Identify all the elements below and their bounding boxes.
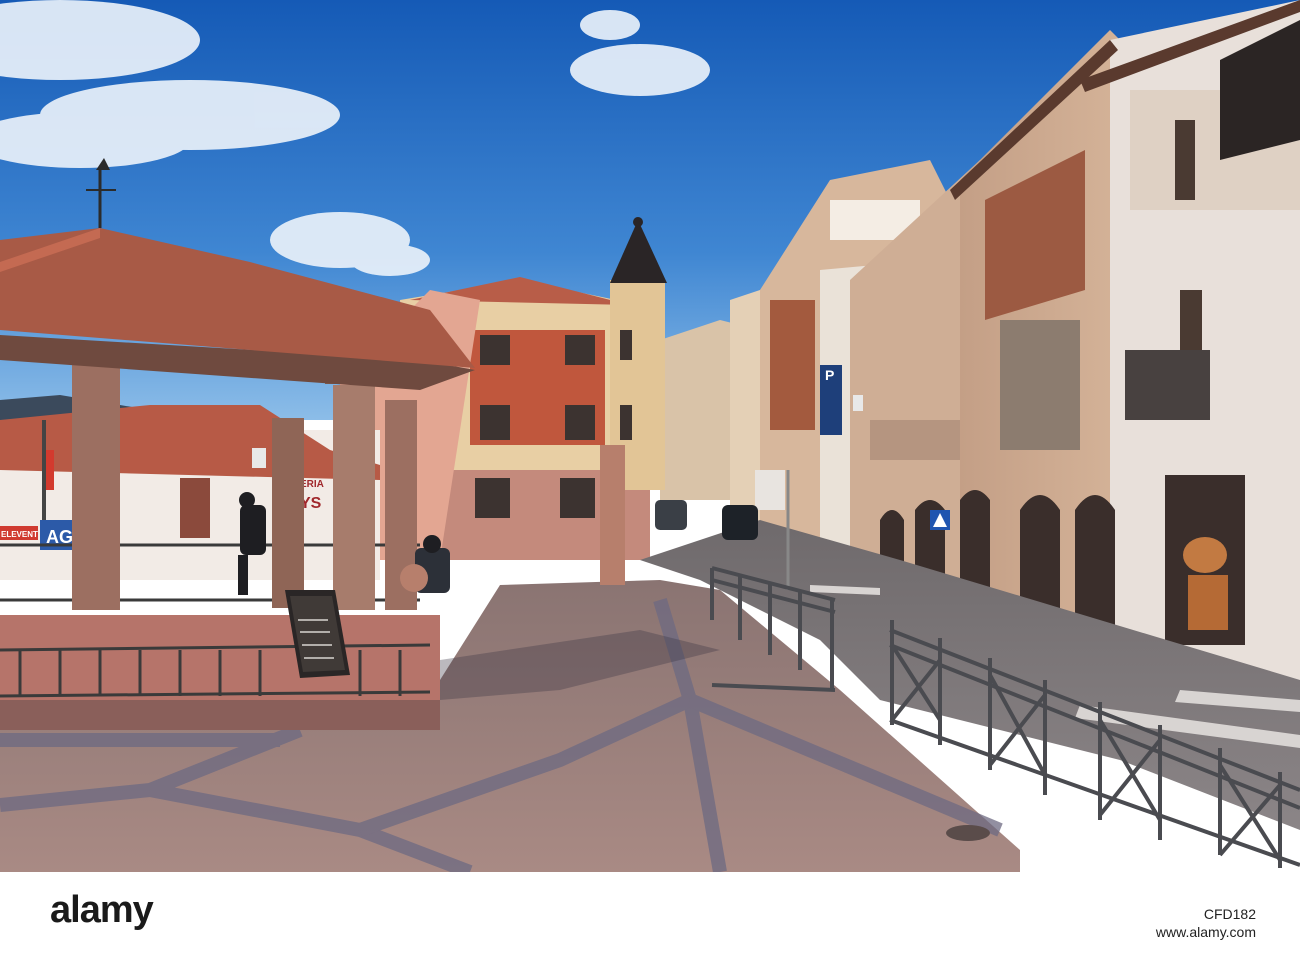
car-grey xyxy=(655,500,687,530)
image-id: CFD182 xyxy=(1203,906,1256,922)
parking-sign-text: P xyxy=(825,367,834,383)
banner-small-text: ELEVENT xyxy=(1,530,38,539)
street-photo: AGO ELEVENT ERIA YS P xyxy=(0,0,1300,872)
site-url: www.alamy.com xyxy=(1155,924,1256,940)
left-building: AGO ELEVENT ERIA YS xyxy=(0,405,380,580)
alamy-logo: alamy xyxy=(50,889,154,931)
car-dark xyxy=(722,505,758,540)
wall-lamp xyxy=(853,395,863,411)
photo-scene: AGO ELEVENT ERIA YS P xyxy=(0,0,1300,872)
road-sign xyxy=(755,470,785,510)
stone-ball xyxy=(400,564,428,592)
footer-bar: alamy CFD182 www.alamy.com xyxy=(0,872,1300,963)
street-lamp xyxy=(252,448,266,468)
manhole xyxy=(946,825,990,841)
stone-pillar xyxy=(600,445,625,585)
